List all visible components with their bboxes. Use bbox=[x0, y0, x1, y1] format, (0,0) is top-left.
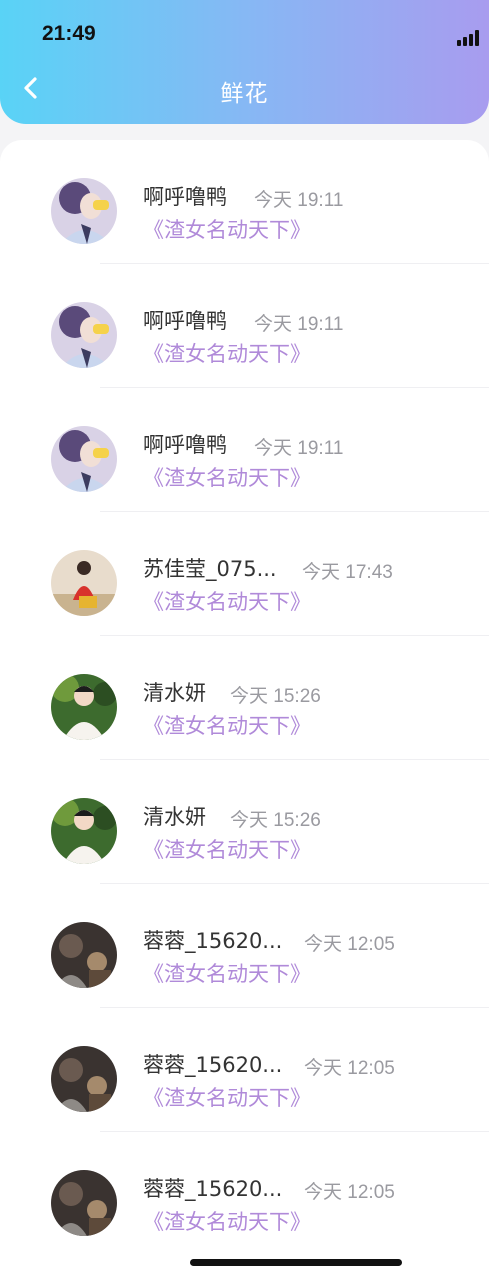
avatar bbox=[51, 178, 117, 244]
list-item[interactable]: 清水妍 今天 15:26 《渣女名动天下》 bbox=[0, 760, 489, 884]
avatar bbox=[51, 302, 117, 368]
avatar bbox=[51, 798, 117, 864]
book-title: 《渣女名动天下》 bbox=[143, 962, 311, 986]
timestamp: 今天 17:43 bbox=[302, 562, 393, 583]
top-bar: 21:49 鲜花 bbox=[0, 0, 489, 124]
user-name: 苏佳莹_075... bbox=[143, 557, 277, 581]
book-title: 《渣女名动天下》 bbox=[143, 1086, 311, 1110]
book-title: 《渣女名动天下》 bbox=[143, 838, 311, 862]
page-title: 鲜花 bbox=[220, 81, 269, 107]
avatar bbox=[51, 922, 117, 988]
book-title: 《渣女名动天下》 bbox=[143, 218, 311, 242]
user-name: 清水妍 bbox=[143, 805, 206, 829]
book-title: 《渣女名动天下》 bbox=[143, 714, 311, 738]
timestamp: 今天 15:26 bbox=[230, 810, 321, 831]
book-title: 《渣女名动天下》 bbox=[143, 590, 311, 614]
timestamp: 今天 19:11 bbox=[254, 190, 344, 211]
list-item[interactable]: 啊呼噜鸭 今天 19:11 《渣女名动天下》 bbox=[0, 388, 489, 512]
book-title: 《渣女名动天下》 bbox=[143, 342, 311, 366]
timestamp: 今天 19:11 bbox=[254, 438, 344, 459]
avatar bbox=[51, 674, 117, 740]
timestamp: 今天 12:05 bbox=[304, 934, 395, 955]
avatar bbox=[51, 1170, 117, 1236]
timestamp: 今天 19:11 bbox=[254, 314, 344, 335]
avatar bbox=[51, 1046, 117, 1112]
list-item[interactable]: 啊呼噜鸭 今天 19:11 《渣女名动天下》 bbox=[0, 140, 489, 264]
user-name: 啊呼噜鸭 bbox=[143, 433, 227, 457]
timestamp: 今天 12:05 bbox=[304, 1058, 395, 1079]
list-item[interactable]: 蓉蓉_15620... 今天 12:05 《渣女名动天下》 bbox=[0, 884, 489, 1008]
avatar bbox=[51, 550, 117, 616]
list-item[interactable]: 苏佳莹_075... 今天 17:43 《渣女名动天下》 bbox=[0, 512, 489, 636]
book-title: 《渣女名动天下》 bbox=[143, 466, 311, 490]
timestamp: 今天 15:26 bbox=[230, 686, 321, 707]
list-item[interactable]: 蓉蓉_15620... 今天 12:05 《渣女名动天下》 bbox=[0, 1132, 489, 1256]
user-name: 清水妍 bbox=[143, 681, 206, 705]
flower-list: 啊呼噜鸭 今天 19:11 《渣女名动天下》 啊呼噜鸭 今天 19:11 《渣女… bbox=[0, 140, 489, 1280]
timestamp: 今天 12:05 bbox=[304, 1182, 395, 1203]
user-name: 蓉蓉_15620... bbox=[143, 929, 283, 953]
status-time: 21:49 bbox=[42, 22, 96, 45]
list-item[interactable]: 蓉蓉_15620... 今天 12:05 《渣女名动天下》 bbox=[0, 1008, 489, 1132]
book-title: 《渣女名动天下》 bbox=[143, 1210, 311, 1234]
home-indicator bbox=[190, 1259, 402, 1266]
user-name: 啊呼噜鸭 bbox=[143, 309, 227, 333]
list-item[interactable]: 清水妍 今天 15:26 《渣女名动天下》 bbox=[0, 636, 489, 760]
list-item[interactable]: 啊呼噜鸭 今天 19:11 《渣女名动天下》 bbox=[0, 264, 489, 388]
signal-icon bbox=[457, 30, 481, 46]
user-name: 蓉蓉_15620... bbox=[143, 1053, 283, 1077]
user-name: 啊呼噜鸭 bbox=[143, 185, 227, 209]
user-name: 蓉蓉_15620... bbox=[143, 1177, 283, 1201]
avatar bbox=[51, 426, 117, 492]
